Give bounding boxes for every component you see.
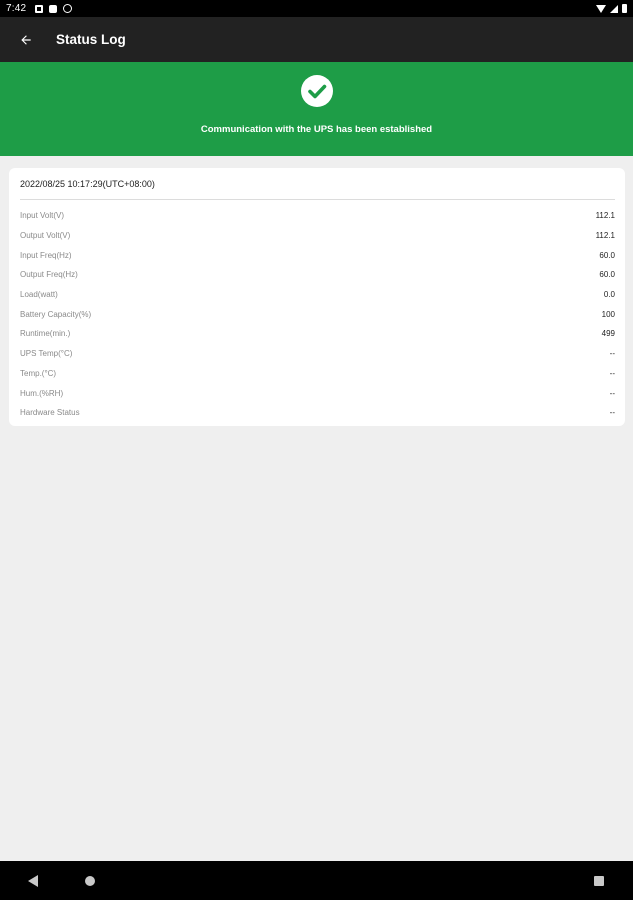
log-row: Output Freq(Hz) 60.0 — [20, 265, 615, 285]
row-value: -- — [609, 368, 615, 378]
app-bar: Status Log — [0, 17, 633, 62]
row-label: Hum.(%RH) — [20, 388, 64, 398]
row-label: Temp.(°C) — [20, 368, 57, 378]
row-label: Output Freq(Hz) — [20, 270, 78, 280]
row-value: 112.1 — [595, 211, 615, 221]
row-value: 499 — [601, 329, 615, 339]
row-label: Input Freq(Hz) — [20, 250, 72, 260]
row-label: Input Volt(V) — [20, 211, 65, 221]
status-log-card: 2022/08/25 10:17:29(UTC+08:00) Input Vol… — [9, 168, 625, 426]
check-circle-icon — [300, 75, 333, 107]
status-bar: 7:42 — [0, 0, 633, 17]
signal-icon — [610, 4, 618, 13]
log-row: Load(watt) 0.0 — [20, 285, 615, 305]
nav-home-icon[interactable] — [85, 876, 95, 886]
battery-icon — [622, 4, 627, 13]
row-label: Battery Capacity(%) — [20, 309, 92, 319]
status-time: 7:42 — [6, 3, 27, 14]
log-rows: Input Volt(V) 112.1 Output Volt(V) 112.1… — [20, 206, 615, 423]
arrow-back-icon — [21, 34, 31, 45]
row-value: 60.0 — [599, 250, 615, 260]
log-row: Hardware Status -- — [20, 403, 615, 423]
status-left: 7:42 — [6, 3, 73, 14]
log-row: Runtime(min.) 499 — [20, 324, 615, 344]
screen: 7:42 Status Log Communication with the U… — [0, 0, 633, 900]
sync-icon — [63, 4, 73, 13]
row-value: -- — [609, 408, 615, 418]
page-title: Status Log — [56, 32, 126, 47]
row-value: 0.0 — [603, 290, 615, 300]
nav-back-icon[interactable] — [28, 875, 38, 887]
log-row: Output Volt(V) 112.1 — [20, 226, 615, 246]
row-value: 60.0 — [599, 270, 615, 280]
log-row: Hum.(%RH) -- — [20, 383, 615, 403]
sim-icon — [49, 4, 58, 13]
log-row: Input Volt(V) 112.1 — [20, 206, 615, 226]
row-label: Runtime(min.) — [20, 329, 71, 339]
log-row: Battery Capacity(%) 100 — [20, 304, 615, 324]
connection-banner: Communication with the UPS has been esta… — [0, 62, 633, 156]
notification-icon — [35, 4, 44, 13]
nav-recents-icon[interactable] — [594, 876, 604, 886]
system-nav-bar — [0, 861, 633, 900]
log-row: Temp.(°C) -- — [20, 364, 615, 384]
row-value: -- — [609, 349, 615, 359]
back-button[interactable] — [4, 17, 48, 62]
row-value: 100 — [601, 309, 615, 319]
status-right — [596, 4, 627, 13]
log-timestamp: 2022/08/25 10:17:29(UTC+08:00) — [20, 179, 155, 189]
row-label: Hardware Status — [20, 408, 80, 418]
row-label: UPS Temp(°C) — [20, 349, 73, 359]
log-row: Input Freq(Hz) 60.0 — [20, 245, 615, 265]
row-value: 112.1 — [595, 231, 615, 241]
log-row: UPS Temp(°C) -- — [20, 344, 615, 364]
row-value: -- — [609, 388, 615, 398]
row-label: Load(watt) — [20, 290, 58, 300]
row-label: Output Volt(V) — [20, 231, 71, 241]
wifi-icon — [596, 4, 606, 13]
divider — [20, 199, 615, 200]
connection-message: Communication with the UPS has been esta… — [200, 124, 433, 135]
